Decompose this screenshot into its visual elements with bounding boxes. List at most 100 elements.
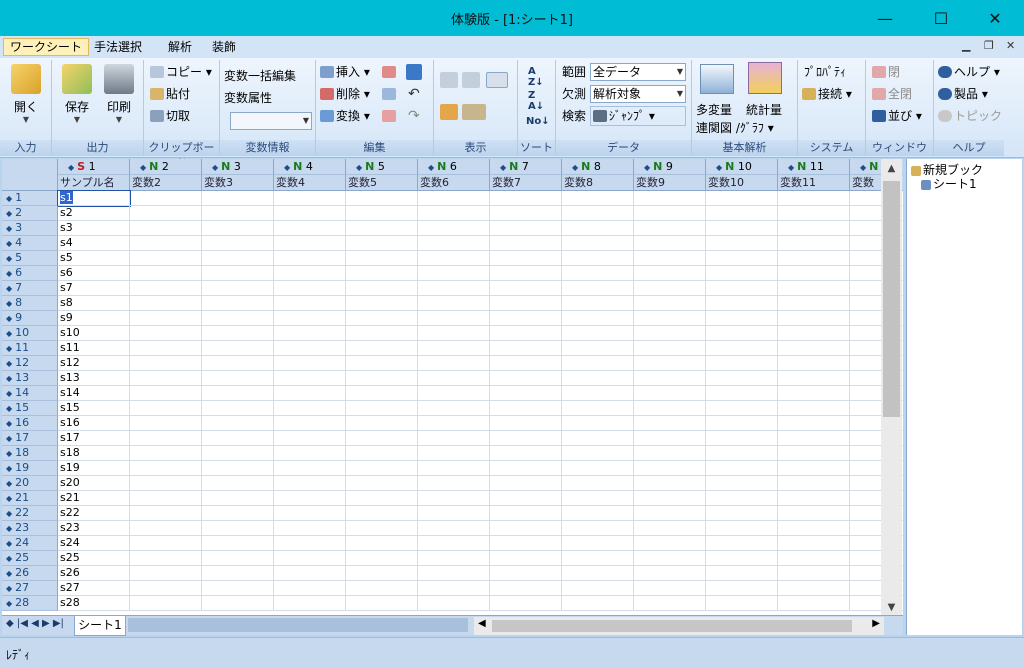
row-header[interactable]: ◆ 9 <box>2 311 58 326</box>
table-cell[interactable] <box>346 386 418 401</box>
table-cell[interactable] <box>706 521 778 536</box>
table-cell[interactable] <box>418 536 490 551</box>
table-cell[interactable] <box>202 251 274 266</box>
column-header[interactable]: ◆ N 11 <box>778 159 850 175</box>
table-cell[interactable] <box>562 476 634 491</box>
row-header[interactable]: ◆ 2 <box>2 206 58 221</box>
table-cell[interactable]: s6 <box>58 266 130 281</box>
row-header[interactable]: ◆ 28 <box>2 596 58 611</box>
table-cell[interactable] <box>490 596 562 611</box>
table-cell[interactable] <box>274 521 346 536</box>
table-cell[interactable] <box>778 581 850 596</box>
column-name[interactable]: サンプル名 <box>58 175 130 191</box>
table-cell[interactable]: s21 <box>58 491 130 506</box>
table-cell[interactable] <box>130 206 202 221</box>
table-cell[interactable] <box>634 221 706 236</box>
table-cell[interactable] <box>706 446 778 461</box>
table-cell[interactable] <box>634 386 706 401</box>
table-cell[interactable] <box>202 491 274 506</box>
table-cell[interactable] <box>634 566 706 581</box>
menu-decoration[interactable]: 装飾 <box>206 38 242 56</box>
table-cell[interactable] <box>490 566 562 581</box>
column-name[interactable]: 変数6 <box>418 175 490 191</box>
decimal-inc-icon[interactable] <box>462 72 480 88</box>
table-cell[interactable] <box>346 266 418 281</box>
table-cell[interactable] <box>130 506 202 521</box>
table-cell[interactable] <box>130 461 202 476</box>
range-select[interactable]: 全データ ▼ <box>590 63 686 81</box>
table-cell[interactable] <box>418 281 490 296</box>
table-cell[interactable]: s15 <box>58 401 130 416</box>
table-cell[interactable] <box>634 536 706 551</box>
table-cell[interactable] <box>418 341 490 356</box>
table-cell[interactable] <box>706 596 778 611</box>
table-cell[interactable] <box>130 566 202 581</box>
table-cell[interactable] <box>346 491 418 506</box>
table-cell[interactable] <box>274 596 346 611</box>
menu-method[interactable]: 手法選択 <box>88 38 148 56</box>
table-cell[interactable] <box>202 431 274 446</box>
table-cell[interactable]: s2 <box>58 206 130 221</box>
table-cell[interactable] <box>418 371 490 386</box>
table-cell[interactable] <box>778 596 850 611</box>
table-cell[interactable]: s16 <box>58 416 130 431</box>
table-cell[interactable] <box>274 251 346 266</box>
row-header[interactable]: ◆ 12 <box>2 356 58 371</box>
help-button[interactable]: ヘルプ ▾ <box>938 62 1000 82</box>
table-cell[interactable]: s20 <box>58 476 130 491</box>
sort-asc-icon[interactable]: A Z↓ <box>528 66 544 88</box>
table-cell[interactable] <box>562 251 634 266</box>
column-name[interactable]: 変数2 <box>130 175 202 191</box>
table-cell[interactable] <box>634 281 706 296</box>
table-cell[interactable] <box>634 266 706 281</box>
table-cell[interactable] <box>634 521 706 536</box>
table-cell[interactable] <box>346 236 418 251</box>
table-cell[interactable] <box>490 356 562 371</box>
table-cell[interactable] <box>418 416 490 431</box>
table-cell[interactable] <box>490 551 562 566</box>
table-cell[interactable] <box>202 206 274 221</box>
table-cell[interactable] <box>778 506 850 521</box>
table-cell[interactable] <box>490 251 562 266</box>
table-cell[interactable] <box>418 191 490 206</box>
table-cell[interactable] <box>706 251 778 266</box>
table-cell[interactable] <box>778 236 850 251</box>
table-cell[interactable] <box>346 521 418 536</box>
table-cell[interactable] <box>778 221 850 236</box>
table-cell[interactable] <box>778 461 850 476</box>
table-cell[interactable] <box>130 386 202 401</box>
table-cell[interactable] <box>130 401 202 416</box>
table-cell[interactable] <box>562 206 634 221</box>
table-cell[interactable] <box>346 536 418 551</box>
table-cell[interactable] <box>634 251 706 266</box>
table-cell[interactable] <box>634 356 706 371</box>
bulk-edit-button[interactable]: 変数一括編集 <box>224 66 296 86</box>
table-cell[interactable] <box>634 506 706 521</box>
column-header[interactable]: ◆ N 2 <box>130 159 202 175</box>
table-cell[interactable] <box>202 551 274 566</box>
table-cell[interactable] <box>634 581 706 596</box>
table-cell[interactable] <box>346 251 418 266</box>
row-header[interactable]: ◆ 4 <box>2 236 58 251</box>
column-name[interactable]: 変数7 <box>490 175 562 191</box>
decimal-dec-icon[interactable] <box>440 72 458 88</box>
table-cell[interactable] <box>130 266 202 281</box>
table-cell[interactable] <box>562 326 634 341</box>
menu-worksheet[interactable]: ワークシート <box>3 38 90 56</box>
table-cell[interactable]: s4 <box>58 236 130 251</box>
table-cell[interactable] <box>634 236 706 251</box>
table-cell[interactable] <box>562 281 634 296</box>
table-cell[interactable] <box>130 251 202 266</box>
table-cell[interactable] <box>130 311 202 326</box>
property-button[interactable]: ﾌﾟﾛﾊﾟﾃｨ <box>804 62 846 82</box>
table-cell[interactable]: s13 <box>58 371 130 386</box>
table-cell[interactable] <box>130 416 202 431</box>
table-cell[interactable] <box>490 476 562 491</box>
column-header[interactable]: ◆ S 1 <box>58 159 130 175</box>
table-cell[interactable] <box>706 191 778 206</box>
table-cell[interactable] <box>778 521 850 536</box>
column-header[interactable]: ◆ N 3 <box>202 159 274 175</box>
table-cell[interactable] <box>202 371 274 386</box>
table-cell[interactable] <box>778 491 850 506</box>
table-cell[interactable] <box>706 506 778 521</box>
